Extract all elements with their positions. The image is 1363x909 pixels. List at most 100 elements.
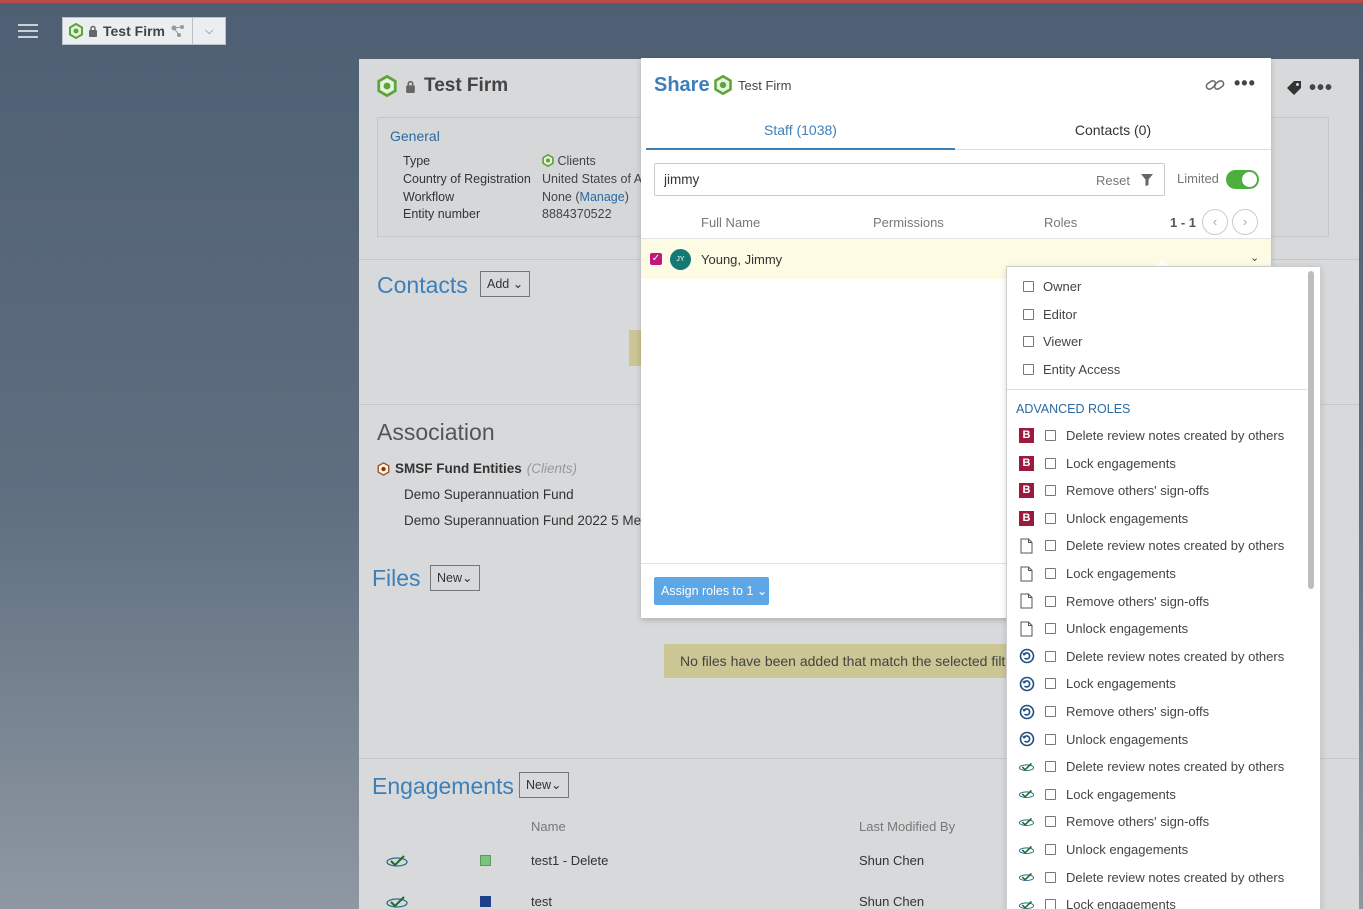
filter-icon[interactable] <box>1140 173 1154 187</box>
tag-icon[interactable] <box>1285 79 1303 97</box>
share-title: Share <box>654 74 710 96</box>
role-checkbox[interactable] <box>1045 595 1056 607</box>
advanced-role-option[interactable]: Delete review notes created by others <box>1018 869 1284 886</box>
role-label: Delete review notes created by others <box>1066 428 1285 443</box>
advanced-role-option[interactable]: B Delete review notes created by others <box>1018 427 1284 444</box>
advanced-role-option[interactable]: Unlock engagements <box>1018 731 1188 748</box>
advanced-role-option[interactable]: Lock engagements <box>1018 786 1176 803</box>
prev-page-button[interactable]: ‹ <box>1202 209 1228 235</box>
entity-number-value: 8884370522 <box>542 207 612 221</box>
role-checkbox[interactable] <box>1045 816 1056 828</box>
role-checkbox[interactable] <box>1045 871 1056 883</box>
menu-icon[interactable] <box>18 24 38 38</box>
role-checkbox[interactable] <box>1045 430 1056 441</box>
chevron-down-icon[interactable]: ⌄ <box>1250 251 1259 264</box>
roles-dropdown: Owner Editor Viewer Entity Access ADVANC… <box>1006 266 1321 909</box>
role-checkbox[interactable] <box>1045 761 1056 773</box>
hexagon-icon <box>542 153 554 168</box>
role-checkbox[interactable] <box>1023 336 1034 347</box>
role-checkbox[interactable] <box>1045 650 1056 662</box>
firm-selector[interactable]: Test Firm ⌵ <box>62 17 226 45</box>
role-checkbox[interactable] <box>1045 899 1056 909</box>
role-checkbox[interactable] <box>1023 309 1034 320</box>
role-label: Delete review notes created by others <box>1066 538 1285 554</box>
checkmark-icon <box>1018 758 1035 775</box>
engagement-name: test1 - Delete <box>531 853 609 868</box>
role-checkbox[interactable] <box>1045 706 1056 717</box>
assign-roles-button[interactable]: Assign roles to 1 ⌄ <box>654 577 769 605</box>
advanced-role-option[interactable]: Remove others' sign-offs <box>1018 813 1209 830</box>
general-label: Type <box>403 154 431 168</box>
role-label: Lock engagements <box>1066 897 1176 909</box>
files-title: Files <box>372 565 421 591</box>
role-option-owner[interactable]: Owner <box>1023 279 1081 294</box>
reset-button[interactable]: Reset <box>1096 173 1130 188</box>
role-checkbox[interactable] <box>1045 678 1056 690</box>
more-options-icon[interactable]: ••• <box>1309 77 1333 100</box>
checkmark-icon <box>1018 869 1035 886</box>
role-checkbox[interactable] <box>1045 788 1056 800</box>
hexagon-icon <box>377 461 390 476</box>
no-files-notice: No files have been added that match the … <box>664 644 1024 678</box>
new-file-button[interactable]: New⌄ <box>430 565 480 591</box>
advanced-role-option[interactable]: Delete review notes created by others <box>1018 758 1284 775</box>
advanced-role-option[interactable]: Lock engagements <box>1018 896 1176 909</box>
tab-contacts[interactable]: Contacts (0) <box>955 114 1271 150</box>
role-checkbox[interactable] <box>1045 568 1056 579</box>
hexagon-icon <box>69 23 83 39</box>
association-group[interactable]: SMSF Fund Entities (Clients) <box>377 461 577 476</box>
advanced-role-option[interactable]: Remove others' sign-offs <box>1018 593 1209 610</box>
add-contact-button[interactable]: Add ⌄ <box>480 271 531 297</box>
type-value: Clients <box>557 154 596 168</box>
advanced-role-option[interactable]: Unlock engagements <box>1018 841 1188 858</box>
advanced-role-option[interactable]: Lock engagements <box>1018 565 1176 582</box>
manage-workflow-link[interactable]: Manage <box>580 190 625 204</box>
association-item[interactable]: Demo Superannuation Fund <box>404 487 574 502</box>
role-checkbox[interactable] <box>1045 733 1056 745</box>
hexagon-icon <box>377 75 397 97</box>
role-label: Remove others' sign-offs <box>1066 593 1210 609</box>
new-engagement-button[interactable]: New⌄ <box>519 772 569 798</box>
advanced-role-option[interactable]: Unlock engagements <box>1018 620 1188 637</box>
link-icon[interactable] <box>1204 76 1226 94</box>
cycle-icon <box>1018 731 1035 748</box>
advanced-role-option[interactable]: Remove others' sign-offs <box>1018 703 1209 720</box>
b-icon: B <box>1018 482 1035 499</box>
role-checkbox[interactable] <box>1023 281 1034 292</box>
limited-toggle[interactable] <box>1226 170 1259 189</box>
general-value-type: Clients <box>542 153 596 168</box>
search-input[interactable] <box>664 172 1044 187</box>
advanced-role-option[interactable]: Delete review notes created by others <box>1018 648 1284 665</box>
advanced-role-option[interactable]: B Remove others' sign-offs <box>1018 482 1209 499</box>
user-name: Young, Jimmy <box>701 252 783 267</box>
next-page-button[interactable]: › <box>1232 209 1258 235</box>
role-checkbox[interactable] <box>1045 844 1056 855</box>
entity-header: Test Firm <box>377 75 508 97</box>
role-checkbox[interactable] <box>1045 540 1056 552</box>
role-option-viewer[interactable]: Viewer <box>1023 334 1083 349</box>
role-option-editor[interactable]: Editor <box>1023 307 1077 322</box>
firm-selector-main[interactable]: Test Firm <box>63 18 194 44</box>
association-item[interactable]: Demo Superannuation Fund 2022 5 Men <box>404 513 649 528</box>
scrollbar[interactable] <box>1308 271 1314 589</box>
share-firm: Test Firm <box>714 75 791 95</box>
advanced-role-option[interactable]: Delete review notes created by others <box>1018 537 1284 554</box>
advanced-role-option[interactable]: B Lock engagements <box>1018 455 1176 472</box>
chevron-down-icon[interactable]: ⌵ <box>193 25 225 38</box>
role-checkbox[interactable] <box>1045 457 1056 469</box>
more-options-icon[interactable]: ••• <box>1234 73 1256 94</box>
role-checkbox[interactable] <box>1023 364 1034 375</box>
role-checkbox[interactable] <box>1045 512 1056 524</box>
tab-staff[interactable]: Staff (1038) <box>646 114 955 150</box>
b-icon: B <box>1018 510 1035 527</box>
advanced-role-option[interactable]: Lock engagements <box>1018 675 1176 692</box>
engagement-modified-by: Shun Chen <box>859 894 925 909</box>
user-checkbox[interactable]: ✓ <box>650 253 662 265</box>
role-option-entity-access[interactable]: Entity Access <box>1023 362 1120 377</box>
role-checkbox[interactable] <box>1045 485 1056 497</box>
advanced-role-option[interactable]: B Unlock engagements <box>1018 510 1188 527</box>
status-color-swatch <box>480 896 491 907</box>
checkmark-icon <box>1018 786 1035 803</box>
general-title: General <box>390 128 440 144</box>
role-checkbox[interactable] <box>1045 623 1056 635</box>
